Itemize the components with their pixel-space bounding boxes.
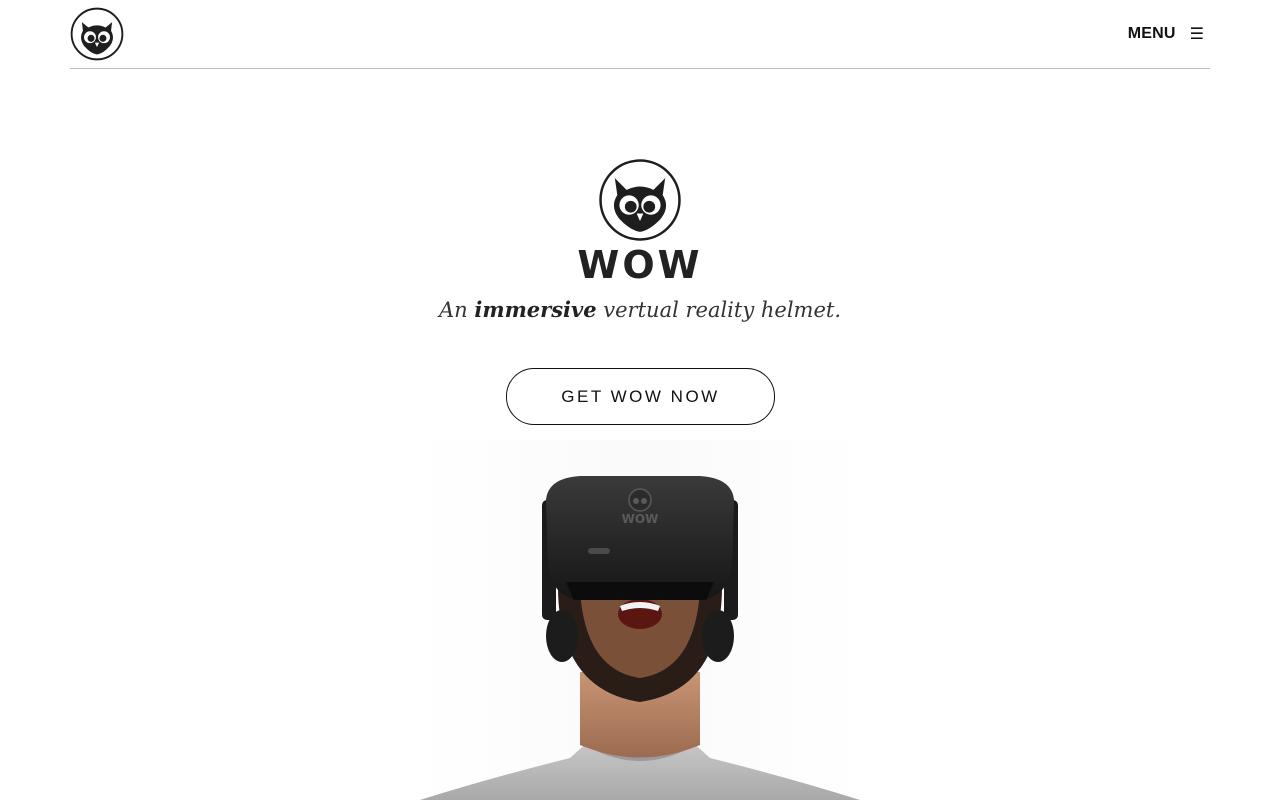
site-header: MENU ☰ bbox=[70, 0, 1210, 69]
owl-logo-icon bbox=[599, 159, 681, 241]
headphone-left bbox=[546, 610, 578, 662]
headset-owl-logo bbox=[628, 488, 652, 512]
hamburger-menu-icon: ☰ bbox=[1189, 24, 1204, 43]
menu-label: MENU bbox=[1127, 25, 1176, 42]
menu-button[interactable]: MENU ☰ bbox=[1128, 22, 1204, 46]
tagline-emphasis: immersive bbox=[474, 297, 597, 322]
owl-logo-icon[interactable] bbox=[70, 7, 124, 61]
tagline-suffix: vertual reality helmet. bbox=[596, 298, 841, 322]
headphone-right bbox=[702, 610, 734, 662]
tagline-prefix: An bbox=[439, 298, 475, 322]
hero-image: WOW bbox=[420, 440, 860, 800]
brand-wordmark: WOW bbox=[577, 243, 703, 287]
get-wow-now-button[interactable]: GET WOW NOW bbox=[506, 368, 775, 425]
landing-page: MENU ☰ WOW An immersive vertual reality … bbox=[0, 0, 1280, 800]
headset-brand-text: WOW bbox=[622, 512, 659, 526]
tagline: An immersive vertual reality helmet. bbox=[0, 294, 1280, 326]
